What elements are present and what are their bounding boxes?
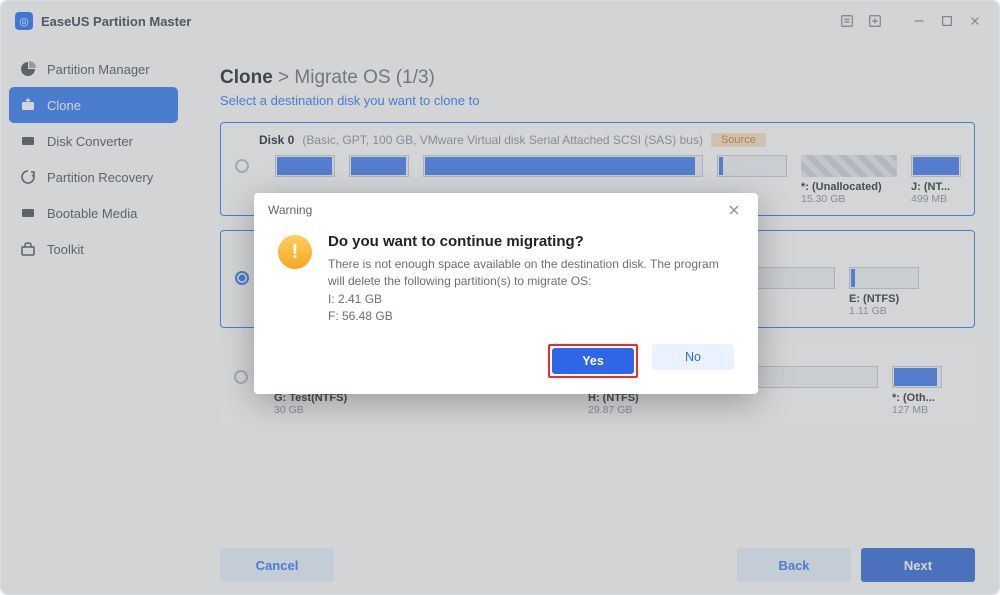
dialog-header: Warning (254, 193, 758, 227)
yes-button[interactable]: Yes (552, 348, 634, 374)
no-button[interactable]: No (652, 344, 734, 370)
dialog-content: Do you want to continue migrating? There… (328, 233, 734, 326)
yes-highlight: Yes (548, 344, 638, 378)
app-window: EaseUS Partition Master Partition Manage… (0, 0, 1000, 595)
dialog-close-icon[interactable] (724, 200, 744, 220)
dialog-caption: Warning (268, 203, 312, 217)
warning-dialog: Warning ! Do you want to continue migrat… (254, 193, 758, 394)
dialog-title: Do you want to continue migrating? (328, 233, 734, 250)
warning-icon: ! (278, 235, 312, 269)
dialog-text: There is not enough space available on t… (328, 256, 734, 326)
